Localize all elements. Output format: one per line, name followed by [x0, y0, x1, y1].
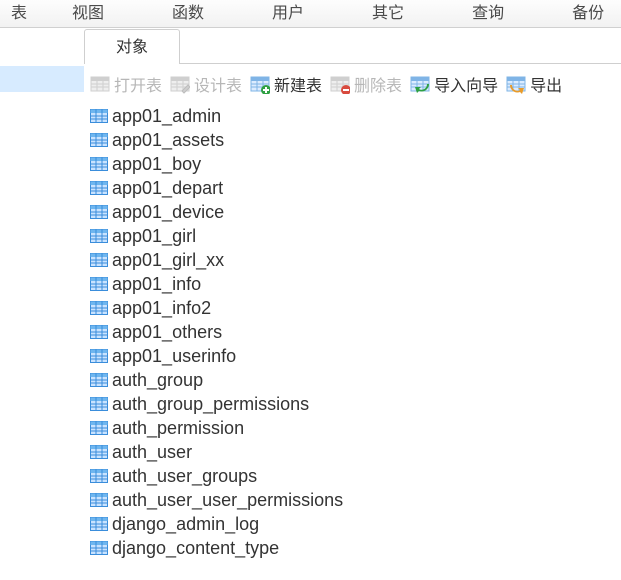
table-row[interactable]: app01_girl_xx [88, 248, 621, 272]
table-row[interactable]: auth_group_permissions [88, 392, 621, 416]
table-icon [90, 347, 108, 365]
table-row[interactable]: app01_boy [88, 152, 621, 176]
table-name: app01_depart [112, 178, 223, 199]
toolbar: 打开表 设计表 [84, 64, 621, 102]
table-name: app01_admin [112, 106, 221, 127]
delete-table-label: 删除表 [354, 72, 402, 96]
table-name: auth_permission [112, 418, 244, 439]
table-name: app01_girl_xx [112, 250, 224, 271]
menu-item-backup[interactable]: 备份 [566, 0, 610, 28]
table-row[interactable]: app01_others [88, 320, 621, 344]
open-table-button[interactable]: 打开表 [90, 72, 162, 96]
table-icon [90, 515, 108, 533]
table-row[interactable]: app01_device [88, 200, 621, 224]
menu-item-view[interactable]: 视图 [66, 0, 110, 28]
new-table-button[interactable]: 新建表 [250, 72, 322, 96]
design-table-icon [170, 74, 190, 94]
table-row[interactable]: auth_permission [88, 416, 621, 440]
table-row[interactable]: app01_assets [88, 128, 621, 152]
table-icon [90, 323, 108, 341]
menu-item-table[interactable]: 表 [0, 0, 38, 28]
table-row[interactable]: app01_depart [88, 176, 621, 200]
table-name: auth_user_groups [112, 466, 257, 487]
table-icon [90, 443, 108, 461]
import-wizard-button[interactable]: 导入向导 [410, 72, 498, 96]
sidebar [0, 28, 84, 580]
table-list: app01_admin app01_assets app01_boy [84, 102, 621, 560]
design-table-label: 设计表 [194, 72, 242, 96]
table-name: app01_userinfo [112, 346, 236, 367]
table-icon [90, 227, 108, 245]
table-name: auth_group [112, 370, 203, 391]
new-table-icon [250, 74, 270, 94]
table-icon [90, 203, 108, 221]
table-icon [90, 467, 108, 485]
table-name: app01_info [112, 274, 201, 295]
table-icon [90, 275, 108, 293]
export-wizard-button[interactable]: 导出 [506, 72, 562, 96]
table-icon [90, 251, 108, 269]
sidebar-selected-item[interactable] [0, 66, 84, 92]
import-wizard-label: 导入向导 [434, 72, 498, 96]
table-icon [90, 179, 108, 197]
table-icon [90, 419, 108, 437]
table-icon [90, 491, 108, 509]
table-name: app01_others [112, 322, 222, 343]
table-name: django_content_type [112, 538, 279, 559]
table-row[interactable]: django_content_type [88, 536, 621, 560]
table-icon [90, 299, 108, 317]
table-icon [90, 131, 108, 149]
table-name: auth_group_permissions [112, 394, 309, 415]
delete-table-icon [330, 74, 350, 94]
tab-objects[interactable]: 对象 [84, 29, 180, 64]
open-table-icon [90, 74, 110, 94]
table-row[interactable]: auth_user [88, 440, 621, 464]
table-row[interactable]: app01_info [88, 272, 621, 296]
menu-item-func[interactable]: 函数 [166, 0, 210, 28]
new-table-label: 新建表 [274, 72, 322, 96]
export-wizard-label: 导出 [530, 72, 562, 96]
table-icon [90, 155, 108, 173]
table-row[interactable]: app01_admin [88, 104, 621, 128]
table-name: auth_user_user_permissions [112, 490, 343, 511]
menu-item-query[interactable]: 查询 [466, 0, 510, 28]
main-panel: 对象 打开表 [84, 28, 621, 580]
tab-label: 对象 [116, 39, 148, 56]
menu-item-other[interactable]: 其它 [366, 0, 410, 28]
import-wizard-icon [410, 74, 430, 94]
table-name: app01_info2 [112, 298, 211, 319]
table-icon [90, 107, 108, 125]
table-row[interactable]: app01_info2 [88, 296, 621, 320]
table-row[interactable]: auth_user_user_permissions [88, 488, 621, 512]
table-icon [90, 371, 108, 389]
app-root: 表 视图 函数 用户 其它 查询 备份 对象 [0, 0, 621, 580]
delete-table-button[interactable]: 删除表 [330, 72, 402, 96]
table-name: app01_boy [112, 154, 201, 175]
table-row[interactable]: app01_girl [88, 224, 621, 248]
sidebar-gap [0, 28, 84, 66]
table-name: app01_assets [112, 130, 224, 151]
table-row[interactable]: django_admin_log [88, 512, 621, 536]
table-name: django_admin_log [112, 514, 259, 535]
design-table-button[interactable]: 设计表 [170, 72, 242, 96]
menu-bar: 表 视图 函数 用户 其它 查询 备份 [0, 0, 621, 28]
table-row[interactable]: auth_user_groups [88, 464, 621, 488]
export-wizard-icon [506, 74, 526, 94]
table-row[interactable]: auth_group [88, 368, 621, 392]
table-name: app01_girl [112, 226, 196, 247]
table-icon [90, 395, 108, 413]
table-name: app01_device [112, 202, 224, 223]
menu-item-user[interactable]: 用户 [266, 0, 310, 28]
open-table-label: 打开表 [114, 72, 162, 96]
table-row[interactable]: app01_userinfo [88, 344, 621, 368]
table-name: auth_user [112, 442, 192, 463]
table-icon [90, 539, 108, 557]
tab-strip: 对象 [84, 28, 621, 64]
content-row: 对象 打开表 [0, 28, 621, 580]
